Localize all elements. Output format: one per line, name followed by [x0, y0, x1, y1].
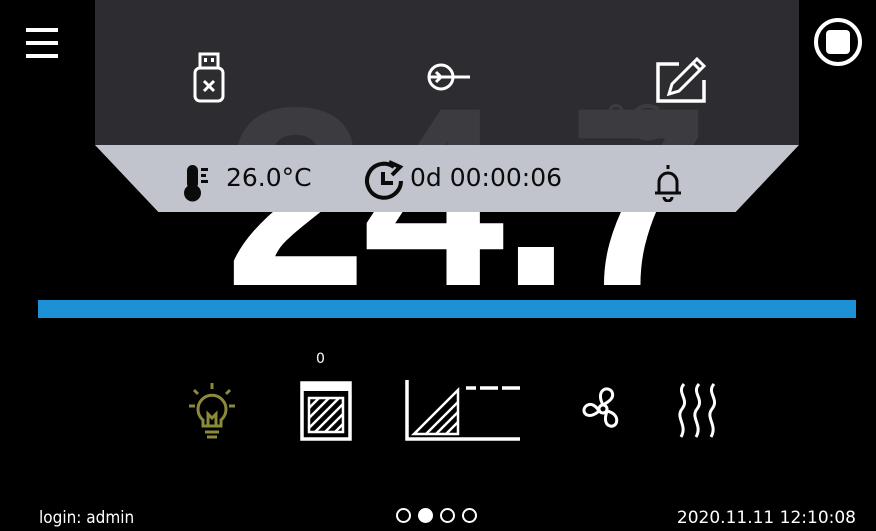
page-dot-1[interactable] — [396, 508, 411, 523]
usb-disabled-icon[interactable] — [192, 52, 226, 104]
fan-icon[interactable] — [575, 384, 631, 434]
heating-icon[interactable] — [672, 381, 724, 441]
alarm-bell-icon[interactable] — [652, 162, 684, 202]
thermometer-icon — [184, 165, 208, 202]
page-dot-3[interactable] — [440, 508, 455, 523]
page-dot-2-active[interactable] — [418, 508, 433, 523]
program-progress-bar — [38, 300, 856, 318]
stop-icon[interactable] — [813, 17, 863, 67]
page-indicator[interactable] — [396, 508, 477, 523]
edit-program-icon[interactable] — [655, 56, 707, 104]
login-status[interactable]: login: admin — [39, 508, 134, 528]
setpoint-temperature: 26.0°C — [226, 163, 312, 192]
menu-icon[interactable] — [26, 27, 58, 59]
current-datetime: 2020.11.11 12:10:08 — [676, 508, 856, 528]
timer-icon — [365, 160, 404, 200]
login-icon[interactable] — [420, 60, 476, 94]
door-icon[interactable] — [300, 381, 352, 441]
elapsed-timer: 0d 00:00:06 — [410, 163, 563, 192]
program-ramp-icon[interactable] — [404, 378, 522, 442]
light-bulb-icon[interactable] — [186, 380, 238, 442]
page-dot-4[interactable] — [462, 508, 477, 523]
door-open-counter: 0 — [316, 351, 325, 367]
